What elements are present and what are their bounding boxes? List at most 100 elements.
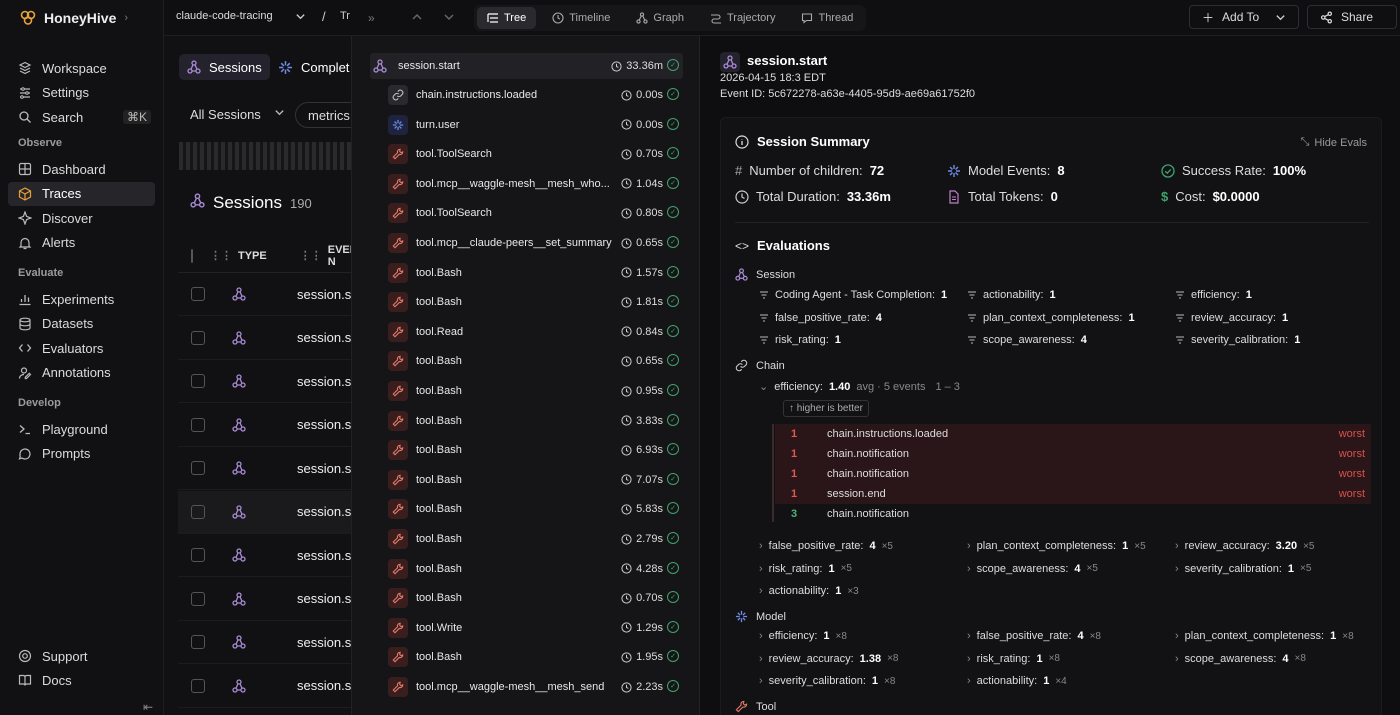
tree-node[interactable]: session.start 33.36m ✓ — [370, 53, 683, 79]
tree-node[interactable]: tool.Bash 1.95s ✓ — [388, 644, 683, 670]
sidebar-item-alerts[interactable]: Alerts — [8, 231, 155, 255]
row-checkbox[interactable] — [191, 504, 205, 519]
workspace-switcher[interactable]: HoneyHive › — [0, 0, 163, 36]
worst-event-row[interactable]: 3 chain.notification — [775, 504, 1371, 524]
tree-node[interactable]: tool.Bash 3.83s ✓ — [388, 408, 683, 434]
tree-node[interactable]: tool.mcp__waggle-mesh__mesh_who... 1.04s ✓ — [388, 171, 683, 197]
eval-metric[interactable]: › review_accuracy: 1.38 ×8 — [759, 653, 898, 665]
sessions-tab[interactable]: Sessions — [179, 54, 270, 80]
drag-handle-icon[interactable]: ⋮⋮ — [300, 249, 322, 262]
sidebar-item-discover[interactable]: Discover — [8, 206, 155, 230]
worst-event-row[interactable]: 1 session.end worst — [775, 484, 1371, 504]
eval-metric[interactable]: › actionability: 1 ×4 — [967, 675, 1067, 687]
session-filter-select[interactable]: All Sessions — [190, 107, 261, 122]
tree-node[interactable]: chain.instructions.loaded 0.00s ✓ — [388, 82, 683, 108]
tree-node[interactable]: tool.Bash 2.79s ✓ — [388, 526, 683, 552]
project-selector[interactable]: claude-code-tracing — [176, 10, 306, 22]
sidebar-item-dashboard[interactable]: Dashboard — [8, 157, 155, 181]
eval-metric[interactable]: › severity_calibration: 1 ×8 — [759, 675, 895, 687]
tree-node[interactable]: tool.Bash 0.65s ✓ — [388, 348, 683, 374]
sidebar-item-workspace[interactable]: Workspace — [8, 56, 155, 80]
row-checkbox[interactable] — [191, 461, 205, 475]
row-checkbox[interactable] — [191, 374, 205, 388]
table-row[interactable]: session.s — [178, 578, 354, 621]
tree-node[interactable]: tool.Bash 6.93s ✓ — [388, 437, 683, 463]
row-checkbox[interactable] — [191, 417, 205, 432]
completions-tab[interactable]: Complet — [278, 54, 349, 80]
breadcrumb[interactable]: Tr — [340, 10, 350, 22]
sidebar-item-prompts[interactable]: Prompts — [8, 442, 155, 466]
event-id[interactable]: Event ID: 5c672278-a63e-4405-95d9-ae69a6… — [720, 88, 975, 100]
tree-node[interactable]: tool.Write 1.29s ✓ — [388, 615, 683, 641]
table-row[interactable]: session.s — [178, 447, 354, 490]
sidebar-item-experiments[interactable]: Experiments — [8, 287, 155, 311]
eval-metric[interactable]: › scope_awareness: 4 ×5 — [967, 563, 1098, 575]
tab-timeline[interactable]: Timeline — [542, 7, 620, 29]
tree-node[interactable]: tool.ToolSearch 0.70s ✓ — [388, 141, 683, 167]
worst-event-row[interactable]: 1 chain.instructions.loaded worst — [775, 424, 1371, 444]
worst-event-row[interactable]: 1 chain.notification worst — [775, 444, 1371, 464]
tree-node[interactable]: tool.Bash 0.95s ✓ — [388, 378, 683, 404]
table-row[interactable]: session.s — [178, 273, 354, 316]
row-checkbox[interactable] — [191, 548, 205, 562]
hide-evals-button[interactable]: ⤡ Hide Evals — [1301, 136, 1367, 149]
tab-thread[interactable]: Thread — [791, 7, 863, 29]
share-button[interactable]: Share — [1307, 5, 1397, 29]
row-checkbox[interactable] — [191, 678, 205, 693]
chevron-down-icon[interactable] — [274, 107, 285, 118]
tree-node[interactable]: tool.ToolSearch 0.80s ✓ — [388, 200, 683, 226]
eval-metric[interactable]: › scope_awareness: 4 ×8 — [1175, 653, 1306, 665]
eval-metric[interactable]: › plan_context_completeness: 1 ×5 — [967, 540, 1146, 552]
select-all-checkbox[interactable] — [191, 248, 193, 263]
chevron-down-icon[interactable] — [442, 10, 456, 24]
metrics-chip[interactable]: metrics — [295, 102, 354, 128]
tab-trajectory[interactable]: Trajectory — [700, 7, 786, 29]
tree-node[interactable]: tool.Read 0.84s ✓ — [388, 319, 683, 345]
worst-event-row[interactable]: 1 chain.notification worst — [775, 464, 1371, 484]
table-row[interactable]: session.s — [178, 534, 354, 577]
tab-graph[interactable]: Graph — [626, 7, 694, 29]
table-row[interactable]: session.s — [178, 665, 354, 708]
sidebar-item-docs[interactable]: Docs — [8, 668, 155, 692]
tree-node[interactable]: tool.Bash 0.70s ✓ — [388, 585, 683, 611]
eval-metric[interactable]: › efficiency: 1 ×8 — [759, 630, 847, 642]
row-checkbox[interactable] — [191, 287, 205, 301]
eval-metric[interactable]: › false_positive_rate: 4 ×5 — [759, 540, 893, 552]
tree-node[interactable]: tool.mcp__claude-peers__set_summary 0.65s… — [388, 230, 683, 256]
eval-metric[interactable]: › actionability: 1 ×3 — [759, 585, 859, 597]
tree-node[interactable]: tool.mcp__waggle-mesh__mesh_send 2.23s ✓ — [388, 674, 683, 700]
eval-metric[interactable]: › false_positive_rate: 4 ×8 — [967, 630, 1101, 642]
row-checkbox[interactable] — [191, 591, 205, 606]
tab-tree[interactable]: Tree — [477, 7, 537, 29]
chain-efficiency-row[interactable]: ⌄ efficiency: 1.40 avg · 5 events 1 – 3 — [759, 380, 960, 394]
table-row[interactable]: session.s — [178, 404, 354, 447]
double-chevron-right-icon[interactable]: » — [368, 11, 375, 25]
tree-node[interactable]: tool.Bash 5.83s ✓ — [388, 496, 683, 522]
row-checkbox[interactable] — [191, 330, 205, 345]
sidebar-item-support[interactable]: Support — [8, 644, 155, 668]
add-to-button[interactable]: ＋ Add To — [1189, 5, 1299, 29]
table-row[interactable]: session.s — [178, 360, 354, 403]
table-row[interactable]: session.s — [178, 317, 354, 360]
sidebar-item-settings[interactable]: Settings — [8, 81, 155, 105]
chevron-up-icon[interactable] — [410, 10, 424, 24]
drag-handle-icon[interactable]: ⋮⋮ — [210, 249, 232, 262]
tree-node[interactable]: tool.Bash 4.28s ✓ — [388, 556, 683, 582]
sidebar-item-evaluators[interactable]: Evaluators — [8, 336, 155, 360]
tree-node[interactable]: tool.Bash 1.57s ✓ — [388, 260, 683, 286]
row-checkbox[interactable] — [191, 635, 205, 649]
eval-metric[interactable]: › review_accuracy: 3.20 ×5 — [1175, 540, 1314, 552]
sidebar-item-traces[interactable]: Traces — [8, 181, 155, 206]
table-row[interactable]: session.s — [178, 621, 354, 664]
tree-node[interactable]: turn.user 0.00s ✓ — [388, 112, 683, 138]
sidebar-item-datasets[interactable]: Datasets — [8, 312, 155, 336]
collapse-sidebar-icon[interactable]: ⇤ — [143, 700, 153, 715]
sidebar-item-playground[interactable]: Playground — [8, 417, 155, 441]
column-type[interactable]: TYPE — [238, 250, 267, 262]
eval-metric[interactable]: › severity_calibration: 1 ×5 — [1175, 563, 1311, 575]
eval-metric[interactable]: › risk_rating: 1 ×8 — [967, 653, 1060, 665]
eval-metric[interactable]: › plan_context_completeness: 1 ×8 — [1175, 630, 1354, 642]
eval-metric[interactable]: › risk_rating: 1 ×5 — [759, 563, 852, 575]
sidebar-item-search[interactable]: Search ⌘K — [8, 105, 155, 129]
tree-node[interactable]: tool.Bash 1.81s ✓ — [388, 289, 683, 315]
